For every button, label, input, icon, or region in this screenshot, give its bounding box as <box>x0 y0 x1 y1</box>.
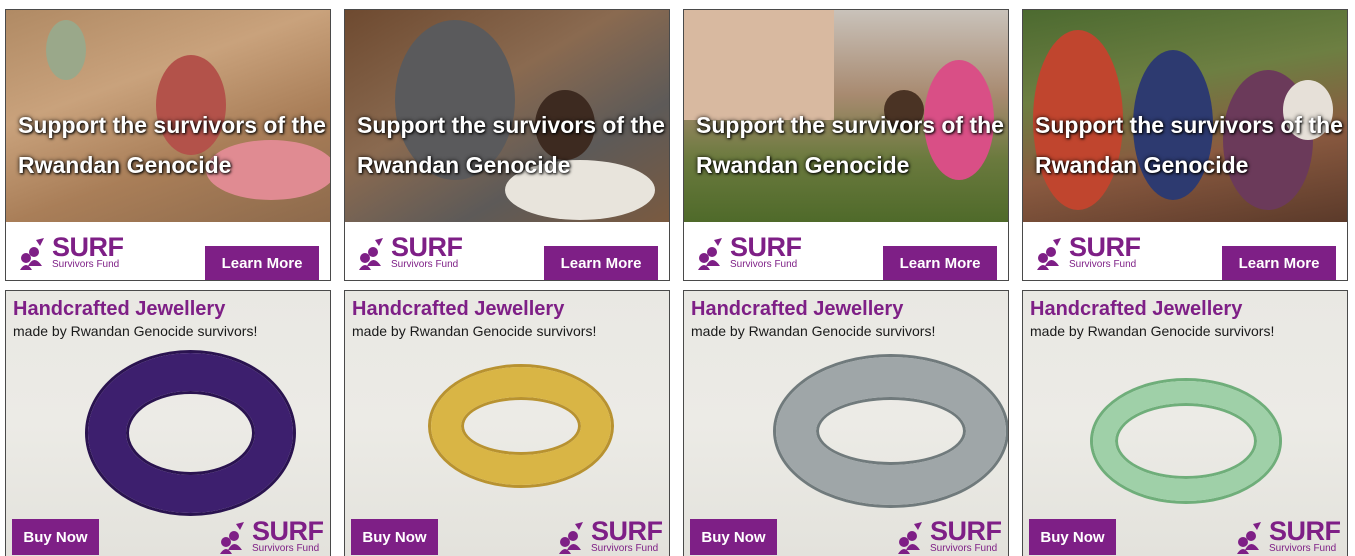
ad-headline: Support the survivors of the Rwandan Gen… <box>18 112 326 178</box>
jewellery-ad-2[interactable]: Handcrafted Jewellery made by Rwandan Ge… <box>344 290 670 556</box>
learn-more-button[interactable]: Learn More <box>205 246 319 280</box>
surf-people-icon <box>355 236 389 270</box>
logo-sub: Survivors Fund <box>730 259 798 270</box>
logo-word: SURF <box>252 516 324 546</box>
bracelet-image <box>776 357 1006 505</box>
surf-people-icon <box>1233 520 1267 554</box>
ad-title: Handcrafted Jewellery <box>1030 298 1243 320</box>
surf-people-icon <box>1033 236 1067 270</box>
logo-sub: Survivors Fund <box>52 259 120 270</box>
bracelet-image <box>431 367 611 485</box>
logo-word: SURF <box>52 232 124 262</box>
buy-now-button[interactable]: Buy Now <box>351 519 438 555</box>
surf-people-icon <box>694 236 728 270</box>
ad-subtitle: made by Rwandan Genocide survivors! <box>13 323 258 339</box>
survivor-ad-1[interactable]: Support the survivors of the Rwandan Gen… <box>5 9 331 281</box>
ad-subtitle: made by Rwandan Genocide survivors! <box>352 323 597 339</box>
learn-more-button[interactable]: Learn More <box>1222 246 1336 280</box>
jewellery-ad-3[interactable]: Handcrafted Jewellery made by Rwandan Ge… <box>683 290 1009 556</box>
surf-logo: SURF Survivors Fund <box>694 232 802 270</box>
jewellery-ad-4[interactable]: Handcrafted Jewellery made by Rwandan Ge… <box>1022 290 1348 556</box>
jewellery-ad-1[interactable]: Handcrafted Jewellery made by Rwandan Ge… <box>5 290 331 556</box>
buy-now-button[interactable]: Buy Now <box>1029 519 1116 555</box>
survivor-ad-4[interactable]: Support the survivors of the Rwandan Gen… <box>1022 9 1348 281</box>
learn-more-button[interactable]: Learn More <box>544 246 658 280</box>
surf-people-icon <box>555 520 589 554</box>
logo-word: SURF <box>1069 232 1141 262</box>
survivor-ad-2[interactable]: Support the survivors of the Rwandan Gen… <box>344 9 670 281</box>
surf-logo: SURF Survivors Fund <box>555 516 663 554</box>
logo-sub: Survivors Fund <box>1269 543 1337 554</box>
ad-title: Handcrafted Jewellery <box>13 298 226 320</box>
bracelet-image <box>1093 381 1279 501</box>
logo-sub: Survivors Fund <box>391 259 459 270</box>
buy-now-button[interactable]: Buy Now <box>690 519 777 555</box>
ad-title: Handcrafted Jewellery <box>352 298 565 320</box>
ad-title: Handcrafted Jewellery <box>691 298 904 320</box>
survivor-ad-3[interactable]: Support the survivors of the Rwandan Gen… <box>683 9 1009 281</box>
ad-subtitle: made by Rwandan Genocide survivors! <box>691 323 936 339</box>
ad-headline: Support the survivors of the Rwandan Gen… <box>1035 112 1343 178</box>
surf-logo: SURF Survivors Fund <box>894 516 1002 554</box>
buy-now-button[interactable]: Buy Now <box>12 519 99 555</box>
surf-logo: SURF Survivors Fund <box>355 232 463 270</box>
ad-headline: Support the survivors of the Rwandan Gen… <box>696 112 1004 178</box>
surf-logo: SURF Survivors Fund <box>16 232 124 270</box>
surf-people-icon <box>216 520 250 554</box>
surf-people-icon <box>894 520 928 554</box>
ad-headline: Support the survivors of the Rwandan Gen… <box>357 112 665 178</box>
surf-logo: SURF Survivors Fund <box>1233 516 1341 554</box>
logo-sub: Survivors Fund <box>1069 259 1137 270</box>
logo-word: SURF <box>930 516 1002 546</box>
surf-people-icon <box>16 236 50 270</box>
logo-sub: Survivors Fund <box>252 543 320 554</box>
logo-word: SURF <box>591 516 663 546</box>
logo-sub: Survivors Fund <box>591 543 659 554</box>
surf-logo: SURF Survivors Fund <box>216 516 324 554</box>
bracelet-image <box>88 353 293 513</box>
ad-subtitle: made by Rwandan Genocide survivors! <box>1030 323 1275 339</box>
logo-word: SURF <box>730 232 802 262</box>
learn-more-button[interactable]: Learn More <box>883 246 997 280</box>
surf-logo: SURF Survivors Fund <box>1033 232 1141 270</box>
logo-word: SURF <box>1269 516 1341 546</box>
logo-word: SURF <box>391 232 463 262</box>
logo-sub: Survivors Fund <box>930 543 998 554</box>
